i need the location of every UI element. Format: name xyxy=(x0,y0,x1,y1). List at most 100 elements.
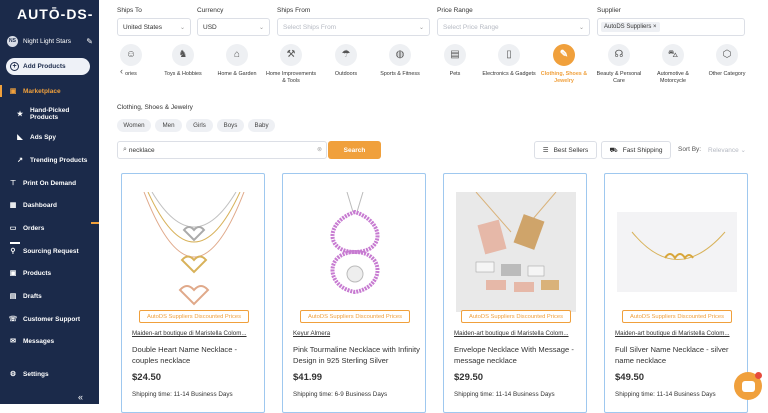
sidebar-item-ads-spy[interactable]: ◣ Ads Spy xyxy=(0,130,99,144)
add-products-button[interactable]: + Add Products xyxy=(6,58,90,75)
trend-icon: ↗ xyxy=(17,157,23,164)
price-range-label: Price Range xyxy=(437,7,473,14)
sidebar-item-orders[interactable]: ▭ Orders xyxy=(0,221,99,235)
sidebar-item-print-on-demand[interactable]: ⊤ Print On Demand xyxy=(0,176,99,190)
product-title[interactable]: Pink Tourmaline Necklace with Infinity D… xyxy=(293,345,421,366)
best-sellers-button[interactable]: ☰ Best Sellers xyxy=(534,141,597,159)
store-selector[interactable]: NS Night Light Stars ✎ xyxy=(7,34,93,48)
autods-logo[interactable]: AUTŌ-DS- xyxy=(17,6,93,22)
product-card[interactable]: AutoDS Suppliers Discounted Prices Maide… xyxy=(604,173,748,413)
category-clothing-shoes-jewelry[interactable]: ✎ Clothing, Shoes & Jewelry xyxy=(537,44,591,86)
product-price: $41.99 xyxy=(293,372,323,383)
category-electronics[interactable]: ▯ Electronics & Gadgets xyxy=(482,44,536,78)
discount-badge: AutoDS Suppliers Discounted Prices xyxy=(139,310,249,323)
subcategory-baby[interactable]: Baby xyxy=(248,119,275,132)
sidebar-item-sourcing[interactable]: ⚲ Sourcing Request xyxy=(0,244,99,258)
ships-to-select[interactable]: United States ⌄ xyxy=(117,18,191,36)
box-icon: ▣ xyxy=(9,270,17,277)
sidebar-item-label: Products xyxy=(23,269,52,277)
seller-link[interactable]: Maiden-art boutique di Maristella Colom.… xyxy=(615,330,739,337)
fast-shipping-label: Fast Shipping xyxy=(622,146,663,154)
sort-select[interactable]: Relevance ⌄ xyxy=(708,146,746,154)
clear-search-icon[interactable]: ⊗ xyxy=(317,146,322,153)
discount-badge: AutoDS Suppliers Discounted Prices xyxy=(300,310,410,323)
product-card[interactable]: AutoDS Suppliers Discounted Prices Maide… xyxy=(443,173,587,413)
sourcing-icon: ⚲ xyxy=(10,248,16,255)
shipping-time: Shipping time: 6-9 Business Days xyxy=(293,391,388,398)
search-icon: ⌕ xyxy=(123,146,127,153)
category-toys-hobbies[interactable]: ♞ Toys & Hobbies xyxy=(156,44,210,78)
truck-icon: ⛟ xyxy=(609,146,618,154)
sidebar-item-products[interactable]: ▣ Products xyxy=(0,266,99,280)
category-icon: ♞ xyxy=(172,44,194,66)
category-icon: ☺ xyxy=(120,44,142,66)
sidebar-item-dashboard[interactable]: ▦ Dashboard xyxy=(0,198,99,212)
category-home-improvements[interactable]: ⚒ Home Improvements & Tools xyxy=(264,44,318,86)
subcategory-girls[interactable]: Girls xyxy=(186,119,213,132)
currency-select[interactable]: USD ⌄ xyxy=(197,18,270,36)
product-image[interactable] xyxy=(134,192,254,312)
ships-from-select[interactable]: Select Ships From ⌄ xyxy=(277,18,430,36)
subcategory-men[interactable]: Men xyxy=(155,119,182,132)
collapse-sidebar-icon[interactable]: « xyxy=(78,392,83,402)
product-card[interactable]: AutoDS Suppliers Discounted Prices Maide… xyxy=(121,173,265,413)
supplier-label: Supplier xyxy=(597,7,621,14)
sidebar-item-messages[interactable]: ✉ Messages xyxy=(0,334,99,348)
product-card[interactable]: AutoDS Suppliers Discounted Prices Keyur… xyxy=(282,173,426,413)
chat-support-button[interactable] xyxy=(734,372,762,400)
category-other[interactable]: ⬡ Other Category xyxy=(700,44,754,78)
sidebar-item-drafts[interactable]: ▤ Drafts xyxy=(0,289,99,303)
category-automotive[interactable]: ⛍ Automotive & Motorcycle xyxy=(646,44,700,86)
category-label: Home Improvements & Tools xyxy=(265,71,317,85)
shipping-time: Shipping time: 11-14 Business Days xyxy=(132,391,233,398)
category-label: Other Category xyxy=(708,71,746,77)
product-image[interactable] xyxy=(456,192,576,312)
seller-link[interactable]: Maiden-art boutique di Maristella Colom.… xyxy=(132,330,256,337)
search-button[interactable]: Search xyxy=(328,141,381,159)
category-sports-fitness[interactable]: ◍ Sports & Fitness xyxy=(373,44,427,78)
seller-link[interactable]: Keyur Almera xyxy=(293,330,417,337)
gear-icon: ⚙ xyxy=(9,371,17,378)
sidebar-item-label: Trending Products xyxy=(30,156,88,164)
product-title[interactable]: Double Heart Name Necklace - couples nec… xyxy=(132,345,260,366)
product-title[interactable]: Full Silver Name Necklace - silver name … xyxy=(615,345,743,366)
category-beauty[interactable]: ☊ Beauty & Personal Care xyxy=(592,44,646,86)
product-image[interactable] xyxy=(617,192,737,312)
subcategory-women[interactable]: Women xyxy=(117,119,151,132)
supplier-select[interactable]: AutoDS Suppliers × xyxy=(597,18,745,36)
product-image[interactable] xyxy=(295,192,415,312)
sidebar-item-customer-support[interactable]: ☏ Customer Support xyxy=(0,312,99,326)
sidebar-item-trending[interactable]: ↗ Trending Products xyxy=(0,153,99,167)
category-outdoors[interactable]: ☂ Outdoors xyxy=(319,44,373,78)
sidebar-item-label: Drafts xyxy=(23,292,42,300)
subcategory-boys[interactable]: Boys xyxy=(217,119,244,132)
sidebar-item-marketplace[interactable]: ▣ Marketplace xyxy=(0,84,99,98)
sidebar-item-settings[interactable]: ⚙ Settings xyxy=(0,367,99,381)
sidebar-item-label: Orders xyxy=(23,224,45,232)
search-input[interactable]: ⌕ necklace ⊗ xyxy=(117,141,327,159)
store-name: Night Light Stars xyxy=(23,37,72,45)
category-pets[interactable]: ▤ Pets xyxy=(428,44,482,78)
price-range-select[interactable]: Select Price Range ⌄ xyxy=(437,18,590,36)
sidebar-item-hand-picked[interactable]: ★ Hand-Picked Products xyxy=(0,107,99,121)
fast-shipping-button[interactable]: ⛟ Fast Shipping xyxy=(601,141,671,159)
category-label: Home & Garden xyxy=(217,71,257,77)
category-home-garden[interactable]: ⌂ Home & Garden xyxy=(210,44,264,78)
discount-badge: AutoDS Suppliers Discounted Prices xyxy=(461,310,571,323)
chevron-down-icon: ⌄ xyxy=(418,25,424,31)
supplier-chip-label: AutoDS Suppliers xyxy=(604,24,652,30)
category-accessories[interactable]: ☺ ories xyxy=(104,44,158,78)
product-price: $24.50 xyxy=(132,372,162,383)
ships-to-label: Ships To xyxy=(117,7,142,14)
category-icon: ⛍ xyxy=(662,44,684,66)
supplier-chip[interactable]: AutoDS Suppliers × xyxy=(601,22,660,32)
category-label: Outdoors xyxy=(334,71,358,77)
chevron-down-icon: ⌄ xyxy=(179,25,185,31)
category-label: Clothing, Shoes & Jewelry xyxy=(540,71,588,85)
edit-icon[interactable]: ✎ xyxy=(86,37,93,46)
seller-link[interactable]: Maiden-art boutique di Maristella Colom.… xyxy=(454,330,578,337)
category-label: Beauty & Personal Care xyxy=(596,71,642,85)
product-title[interactable]: Envelope Necklace With Message - message… xyxy=(454,345,582,366)
chip-close-icon[interactable]: × xyxy=(653,24,657,30)
chevron-down-icon: ⌄ xyxy=(740,147,746,154)
